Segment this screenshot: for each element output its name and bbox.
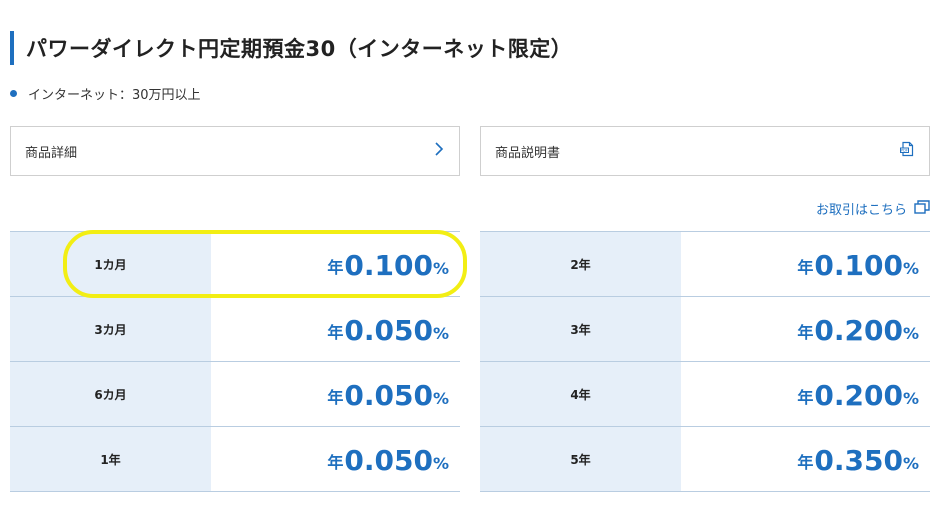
- rate-prefix: 年: [797, 258, 814, 277]
- rate-number: 0.200: [814, 314, 903, 347]
- rate-unit: %: [432, 324, 449, 343]
- term-label: 2年: [480, 232, 681, 296]
- rate-unit: %: [432, 259, 449, 278]
- rate-number: 0.050: [344, 379, 433, 412]
- rate-row: 2年 年 0.100%: [480, 232, 930, 297]
- rate-prefix: 年: [327, 323, 344, 342]
- rate-value: 年 0.050%: [211, 427, 460, 491]
- rate-value: 年 0.200%: [681, 297, 930, 361]
- eligibility-note: インターネット：30万円以上: [10, 84, 201, 103]
- rate-unit: %: [902, 324, 919, 343]
- title-accent-bar: [10, 31, 14, 65]
- pdf-icon: PDF: [899, 141, 915, 161]
- term-label: 3年: [480, 297, 681, 361]
- rate-prefix: 年: [327, 453, 344, 472]
- rate-number: 0.050: [344, 314, 433, 347]
- rate-row: 1年 年 0.050%: [10, 427, 460, 492]
- product-detail-label: 商品詳細: [25, 145, 78, 161]
- external-window-icon: [907, 199, 930, 218]
- rate-prefix: 年: [797, 323, 814, 342]
- product-document-link[interactable]: 商品説明書 PDF: [480, 126, 930, 176]
- rate-unit: %: [902, 259, 919, 278]
- rate-number: 0.200: [814, 379, 903, 412]
- rate-prefix: 年: [797, 453, 814, 472]
- rate-row: 3年 年 0.200%: [480, 297, 930, 362]
- rate-row: 1カ月 年 0.100%: [10, 232, 460, 297]
- product-detail-link[interactable]: 商品詳細: [10, 126, 460, 176]
- rate-value: 年 0.050%: [211, 297, 460, 361]
- rate-unit: %: [902, 389, 919, 408]
- term-label: 1カ月: [10, 232, 211, 296]
- product-document-label: 商品説明書: [495, 145, 561, 161]
- rate-row: 3カ月 年 0.050%: [10, 297, 460, 362]
- rate-unit: %: [902, 454, 919, 473]
- rate-value: 年 0.100%: [681, 232, 930, 296]
- bullet-dot-icon: [10, 90, 17, 97]
- rate-unit: %: [432, 389, 449, 408]
- rate-prefix: 年: [327, 388, 344, 407]
- chevron-right-icon: [433, 141, 445, 161]
- rate-value: 年 0.200%: [681, 362, 930, 426]
- term-label: 5年: [480, 427, 681, 491]
- rate-row: 5年 年 0.350%: [480, 427, 930, 492]
- term-label: 4年: [480, 362, 681, 426]
- svg-text:PDF: PDF: [901, 149, 908, 153]
- rate-number: 0.050: [344, 444, 433, 477]
- rate-value: 年 0.050%: [211, 362, 460, 426]
- eligibility-note-text: インターネット：30万円以上: [28, 88, 201, 103]
- page-title-block: パワーダイレクト円定期預金30（インターネット限定）: [10, 31, 572, 65]
- rate-value: 年 0.350%: [681, 427, 930, 491]
- rate-prefix: 年: [327, 258, 344, 277]
- page-title: パワーダイレクト円定期預金30（インターネット限定）: [26, 37, 573, 61]
- rate-unit: %: [432, 454, 449, 473]
- transaction-link-label: お取引はこちら: [815, 203, 907, 218]
- rate-row: 6カ月 年 0.050%: [10, 362, 460, 427]
- rate-row: 4年 年 0.200%: [480, 362, 930, 427]
- rate-table-right: 2年 年 0.100% 3年 年 0.200% 4年 年 0.200% 5年 年 0.3…: [480, 231, 930, 492]
- term-label: 6カ月: [10, 362, 211, 426]
- term-label: 3カ月: [10, 297, 211, 361]
- term-label: 1年: [10, 427, 211, 491]
- rate-prefix: 年: [797, 388, 814, 407]
- rate-table-left: 1カ月 年 0.100% 3カ月 年 0.050% 6カ月 年 0.050% 1年 年…: [10, 231, 460, 492]
- rate-number: 0.100: [344, 249, 433, 282]
- rate-number: 0.350: [814, 444, 903, 477]
- transaction-link[interactable]: お取引はこちら: [816, 199, 930, 218]
- rate-number: 0.100: [814, 249, 903, 282]
- rate-value: 年 0.100%: [211, 232, 460, 296]
